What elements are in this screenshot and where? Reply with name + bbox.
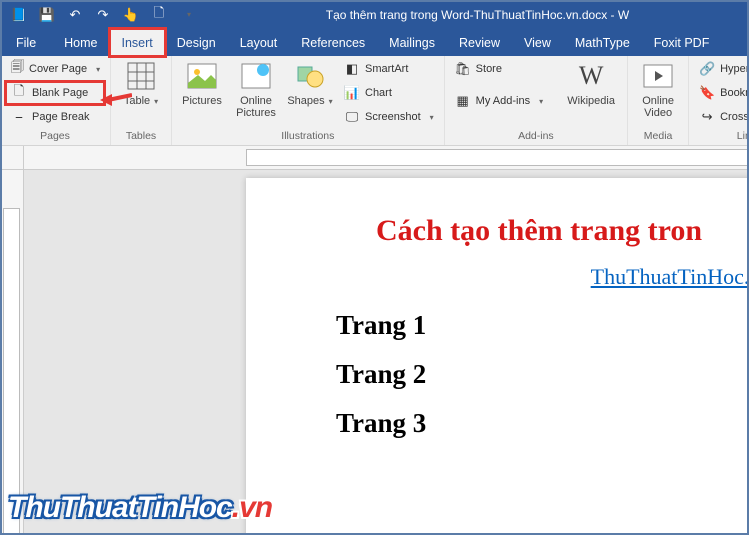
- page-break-icon: ⎯: [11, 109, 27, 125]
- shapes-button[interactable]: Shapes: [286, 58, 334, 108]
- tab-mathtype[interactable]: MathType: [563, 29, 642, 56]
- tab-references[interactable]: References: [289, 29, 377, 56]
- horizontal-ruler[interactable]: [24, 146, 749, 170]
- shapes-icon: [294, 60, 326, 92]
- doc-line-1: Trang 1: [336, 310, 749, 341]
- save-icon[interactable]: 💾: [38, 6, 56, 24]
- online-pictures-icon: [240, 60, 272, 92]
- tab-view[interactable]: View: [512, 29, 563, 56]
- new-doc-icon[interactable]: 🗋: [150, 6, 168, 24]
- my-addins-icon: ▦: [455, 93, 471, 109]
- undo-icon[interactable]: ↶: [66, 6, 84, 24]
- watermark-logo: ThuThuatTinHoc.vn: [8, 491, 272, 525]
- screenshot-icon: 🖵: [344, 109, 360, 125]
- chart-button[interactable]: 📊 Chart: [340, 82, 438, 104]
- group-links-label: Links: [695, 130, 749, 145]
- online-pictures-button[interactable]: Online Pictures: [232, 58, 280, 119]
- ruler-corner: [0, 146, 24, 170]
- cross-reference-label: Cross-reference: [720, 111, 749, 123]
- pictures-icon: [186, 60, 218, 92]
- screenshot-button[interactable]: 🖵 Screenshot: [340, 106, 438, 128]
- store-label: Store: [476, 63, 502, 75]
- cross-reference-icon: ↪: [699, 109, 715, 125]
- bookmark-label: Bookmark: [720, 87, 749, 99]
- my-addins-button[interactable]: ▦ My Add-ins: [451, 90, 547, 112]
- wikipedia-icon: W: [575, 60, 607, 92]
- chart-icon: 📊: [344, 85, 360, 101]
- tab-file[interactable]: File: [0, 29, 52, 56]
- group-pages: 🗐 Cover Page 🗋 Blank Page ⎯ Page Break P…: [0, 56, 111, 145]
- cover-page-icon: 🗐: [11, 61, 24, 77]
- tab-foxit-pdf[interactable]: Foxit PDF: [642, 29, 722, 56]
- chart-label: Chart: [365, 87, 392, 99]
- smartart-button[interactable]: ◧ SmartArt: [340, 58, 438, 80]
- redo-icon[interactable]: ↷: [94, 6, 112, 24]
- screenshot-label: Screenshot: [365, 111, 421, 123]
- table-label: Table: [124, 96, 158, 108]
- group-illustrations-label: Illustrations: [178, 130, 438, 145]
- wikipedia-button[interactable]: W Wikipedia: [561, 58, 621, 108]
- title-bar: 📘 💾 ↶ ↷ 👆 🗋 Tạo thêm trang trong Word-Th…: [0, 0, 749, 29]
- online-pictures-label: Online Pictures: [236, 96, 276, 119]
- pictures-button[interactable]: Pictures: [178, 58, 226, 108]
- tab-layout[interactable]: Layout: [228, 29, 290, 56]
- cross-reference-button[interactable]: ↪ Cross-reference: [695, 106, 749, 128]
- document-area: Cách tạo thêm trang tron ThuThuatTinHoc.…: [0, 146, 749, 535]
- online-video-label: Online Video: [642, 96, 674, 119]
- shapes-label: Shapes: [287, 96, 332, 108]
- tab-home[interactable]: Home: [52, 29, 109, 56]
- watermark-text-b: .vn: [232, 491, 272, 524]
- doc-heading: Cách tạo thêm trang tron: [376, 214, 749, 248]
- hyperlink-icon: 🔗: [699, 61, 715, 77]
- bookmark-icon: 🔖: [699, 85, 715, 101]
- quick-access-toolbar: 📘 💾 ↶ ↷ 👆 🗋: [0, 6, 206, 24]
- smartart-icon: ◧: [344, 61, 360, 77]
- pictures-label: Pictures: [182, 96, 222, 108]
- table-button[interactable]: Table: [117, 58, 165, 108]
- group-media-label: Media: [634, 130, 682, 145]
- cover-page-button[interactable]: 🗐 Cover Page: [6, 58, 104, 80]
- page-break-button[interactable]: ⎯ Page Break: [6, 106, 104, 128]
- ribbon-insert: 🗐 Cover Page 🗋 Blank Page ⎯ Page Break P…: [0, 56, 749, 146]
- group-tables: Table Tables: [111, 56, 172, 145]
- hyperlink-label: Hyperlink: [720, 63, 749, 75]
- my-addins-label: My Add-ins: [476, 95, 530, 107]
- vertical-ruler[interactable]: [0, 170, 24, 535]
- blank-page-button[interactable]: 🗋 Blank Page: [6, 82, 104, 104]
- table-icon: [125, 60, 157, 92]
- store-icon: 🛍: [455, 61, 471, 77]
- group-tables-label: Tables: [117, 130, 165, 145]
- store-button[interactable]: 🛍 Store: [451, 58, 547, 80]
- doc-link[interactable]: ThuThuatTinHoc.vn: [506, 264, 749, 290]
- watermark-text-a: ThuThuatTinHoc: [8, 491, 232, 524]
- document-page[interactable]: Cách tạo thêm trang tron ThuThuatTinHoc.…: [246, 178, 749, 535]
- word-app-icon[interactable]: 📘: [10, 6, 28, 24]
- group-links: 🔗 Hyperlink 🔖 Bookmark ↪ Cross-reference…: [689, 56, 749, 145]
- cover-page-label: Cover Page: [29, 63, 87, 75]
- doc-line-3: Trang 3: [336, 408, 749, 439]
- touch-mode-icon[interactable]: 👆: [122, 6, 140, 24]
- blank-page-label: Blank Page: [32, 87, 88, 99]
- group-addins-label: Add-ins: [451, 130, 621, 145]
- tab-design[interactable]: Design: [165, 29, 228, 56]
- tab-mailings[interactable]: Mailings: [377, 29, 447, 56]
- wikipedia-label: Wikipedia: [567, 96, 615, 108]
- blank-page-icon: 🗋: [11, 85, 27, 101]
- online-video-button[interactable]: Online Video: [634, 58, 682, 119]
- window-title: Tạo thêm trang trong Word-ThuThuatTinHoc…: [326, 8, 629, 22]
- tab-review[interactable]: Review: [447, 29, 512, 56]
- hyperlink-button[interactable]: 🔗 Hyperlink: [695, 58, 749, 80]
- group-media: Online Video Media: [628, 56, 689, 145]
- group-illustrations: Pictures Online Pictures Shapes ◧ SmartA…: [172, 56, 445, 145]
- tab-insert[interactable]: Insert: [110, 29, 165, 56]
- group-addins: 🛍 Store ▦ My Add-ins W Wikipedia Add-ins: [445, 56, 628, 145]
- qat-customize-icon[interactable]: [178, 6, 196, 24]
- group-pages-label: Pages: [6, 130, 104, 145]
- bookmark-button[interactable]: 🔖 Bookmark: [695, 82, 749, 104]
- page-break-label: Page Break: [32, 111, 89, 123]
- ribbon-tabs: File Home Insert Design Layout Reference…: [0, 29, 749, 56]
- smartart-label: SmartArt: [365, 63, 408, 75]
- doc-line-2: Trang 2: [336, 359, 749, 390]
- online-video-icon: [642, 60, 674, 92]
